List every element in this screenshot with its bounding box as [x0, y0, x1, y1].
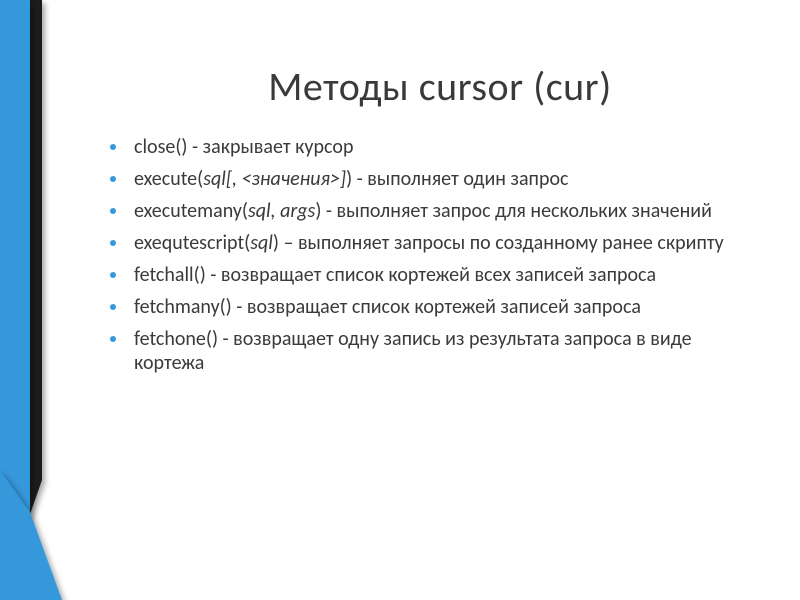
method-desc: - возвращает одну запись из результата з…	[134, 327, 692, 375]
list-item: fetchone() - возвращает одну запись из р…	[110, 327, 750, 375]
method-name: exequtescript(	[134, 231, 250, 255]
list-item: close() - закрывает курсор	[110, 135, 750, 159]
method-name: fetchall()	[134, 263, 206, 287]
list-item: fetchmany() - возвращает список кортежей…	[110, 295, 750, 319]
list-item: executemany(sql, args) - выполняет запро…	[110, 199, 750, 223]
method-args: sql, args	[248, 199, 315, 223]
method-desc: ) - выполняет запрос для нескольких знач…	[315, 199, 712, 223]
method-name: close()	[134, 135, 188, 159]
slide: Методы cursor (cur) close() - закрывает …	[0, 0, 800, 600]
bullet-list: close() - закрывает курсор execute(sql[,…	[110, 135, 750, 383]
method-desc: - закрывает курсор	[188, 135, 354, 159]
method-args: sql	[250, 231, 273, 255]
method-desc: ) – выполняет запросы по созданному ране…	[273, 231, 724, 255]
method-desc: - возвращает список кортежей записей зап…	[232, 295, 641, 319]
bullet-icon	[110, 144, 116, 150]
accent-stripe	[0, 0, 70, 600]
method-desc: - возвращает список кортежей всех записе…	[206, 263, 656, 287]
list-item: execute(sql[, <значения>]) - выполняет о…	[110, 167, 750, 191]
list-item: fetchall() - возвращает список кортежей …	[110, 263, 750, 287]
method-name: fetchmany()	[134, 295, 232, 319]
bullet-icon	[110, 240, 116, 246]
method-args: sql[, <значения>]	[203, 167, 346, 191]
bullet-icon	[110, 336, 116, 342]
slide-title: Методы cursor (cur)	[130, 62, 750, 111]
bullet-icon	[110, 272, 116, 278]
method-name: fetchone()	[134, 327, 218, 351]
list-item: exequtescript(sql) – выполняет запросы п…	[110, 231, 750, 255]
method-desc: ) - выполняет один запрос	[346, 167, 568, 191]
method-name: executemany(	[134, 199, 248, 223]
bullet-icon	[110, 208, 116, 214]
bullet-icon	[110, 176, 116, 182]
method-name: execute(	[134, 167, 203, 191]
bullet-icon	[110, 304, 116, 310]
